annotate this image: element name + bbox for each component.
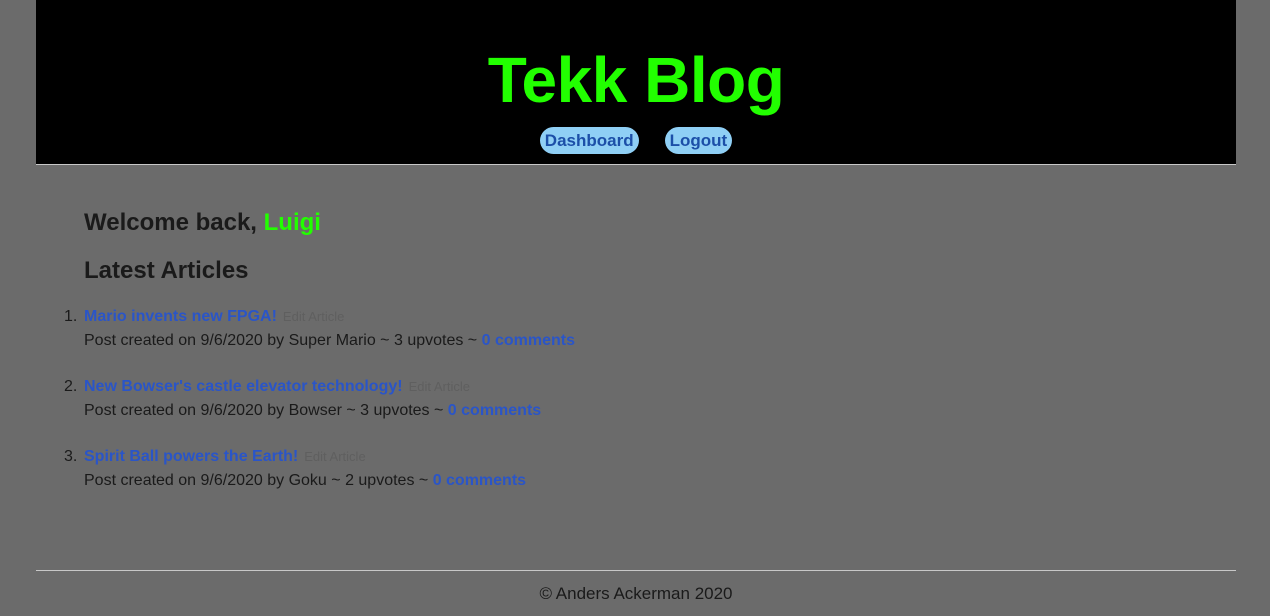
- article-meta: Post created on 9/6/2020 by Super Mario …: [84, 329, 984, 353]
- article-number: 2.: [64, 378, 78, 395]
- site-footer: © Anders Ackerman 2020: [36, 570, 1236, 616]
- username: Luigi: [263, 209, 321, 236]
- comments-link[interactable]: 0 comments: [433, 472, 526, 489]
- welcome-heading: Welcome back, Luigi: [84, 207, 321, 239]
- article-item: 3. Spirit Ball powers the Earth! Edit Art…: [64, 445, 984, 515]
- site-title: Tekk Blog: [487, 44, 785, 116]
- article-meta-text: Post created on 9/6/2020 by Super Mario …: [84, 332, 478, 349]
- article-meta-text: Post created on 9/6/2020 by Bowser ~ 3 u…: [84, 402, 444, 419]
- edit-article-link[interactable]: Edit Article: [304, 449, 365, 464]
- page: Tekk Blog Dashboard Logout Welcome back,…: [0, 0, 1270, 616]
- article-meta-text: Post created on 9/6/2020 by Goku ~ 2 upv…: [84, 472, 429, 489]
- article-meta: Post created on 9/6/2020 by Bowser ~ 3 u…: [84, 399, 984, 423]
- article-title-link[interactable]: New Bowser's castle elevator technology!: [84, 378, 403, 395]
- article-item: 2. New Bowser's castle elevator technolo…: [64, 375, 984, 445]
- site-header: Tekk Blog Dashboard Logout: [36, 0, 1236, 165]
- welcome-text: Welcome back,: [84, 209, 257, 236]
- article-title-link[interactable]: Spirit Ball powers the Earth!: [84, 448, 298, 465]
- article-meta: Post created on 9/6/2020 by Goku ~ 2 upv…: [84, 469, 984, 493]
- edit-article-link[interactable]: Edit Article: [409, 379, 470, 394]
- main-nav: Dashboard Logout: [36, 127, 1236, 154]
- article-number: 1.: [64, 308, 78, 325]
- article-number: 3.: [64, 448, 78, 465]
- latest-articles-heading: Latest Articles: [84, 257, 249, 284]
- article-title-link[interactable]: Mario invents new FPGA!: [84, 308, 277, 325]
- article-item: 1. Mario invents new FPGA! Edit Article P…: [64, 305, 984, 375]
- comments-link[interactable]: 0 comments: [448, 402, 541, 419]
- article-list: 1. Mario invents new FPGA! Edit Article P…: [64, 305, 984, 515]
- copyright-text: © Anders Ackerman 2020: [539, 584, 733, 603]
- logout-button[interactable]: Logout: [664, 127, 733, 154]
- comments-link[interactable]: 0 comments: [482, 332, 575, 349]
- edit-article-link[interactable]: Edit Article: [283, 309, 344, 324]
- dashboard-button[interactable]: Dashboard: [539, 127, 639, 154]
